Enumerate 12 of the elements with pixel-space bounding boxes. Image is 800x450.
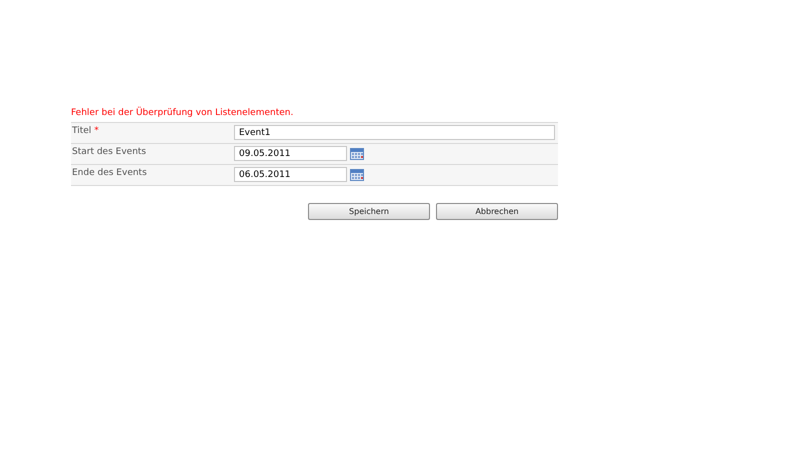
calendar-icon[interactable] xyxy=(350,148,364,160)
date-field[interactable]: 09.05.2011 xyxy=(234,146,347,161)
calendar-icon[interactable] xyxy=(350,168,364,180)
form-button[interactable]: Abbrechen xyxy=(436,203,558,220)
error-message: Fehler bei der Überprüfung von Listenelementen. xyxy=(71,107,294,120)
date-field[interactable]: 06.05.2011 xyxy=(234,167,347,182)
field-label: Start des Events xyxy=(72,147,146,157)
field-label: Ende des Events xyxy=(72,168,147,178)
form-button[interactable]: Speichern xyxy=(308,203,430,220)
field-label: Titel xyxy=(72,126,92,136)
text-field[interactable]: Event1 xyxy=(234,125,555,140)
required-mark: * xyxy=(94,126,99,136)
